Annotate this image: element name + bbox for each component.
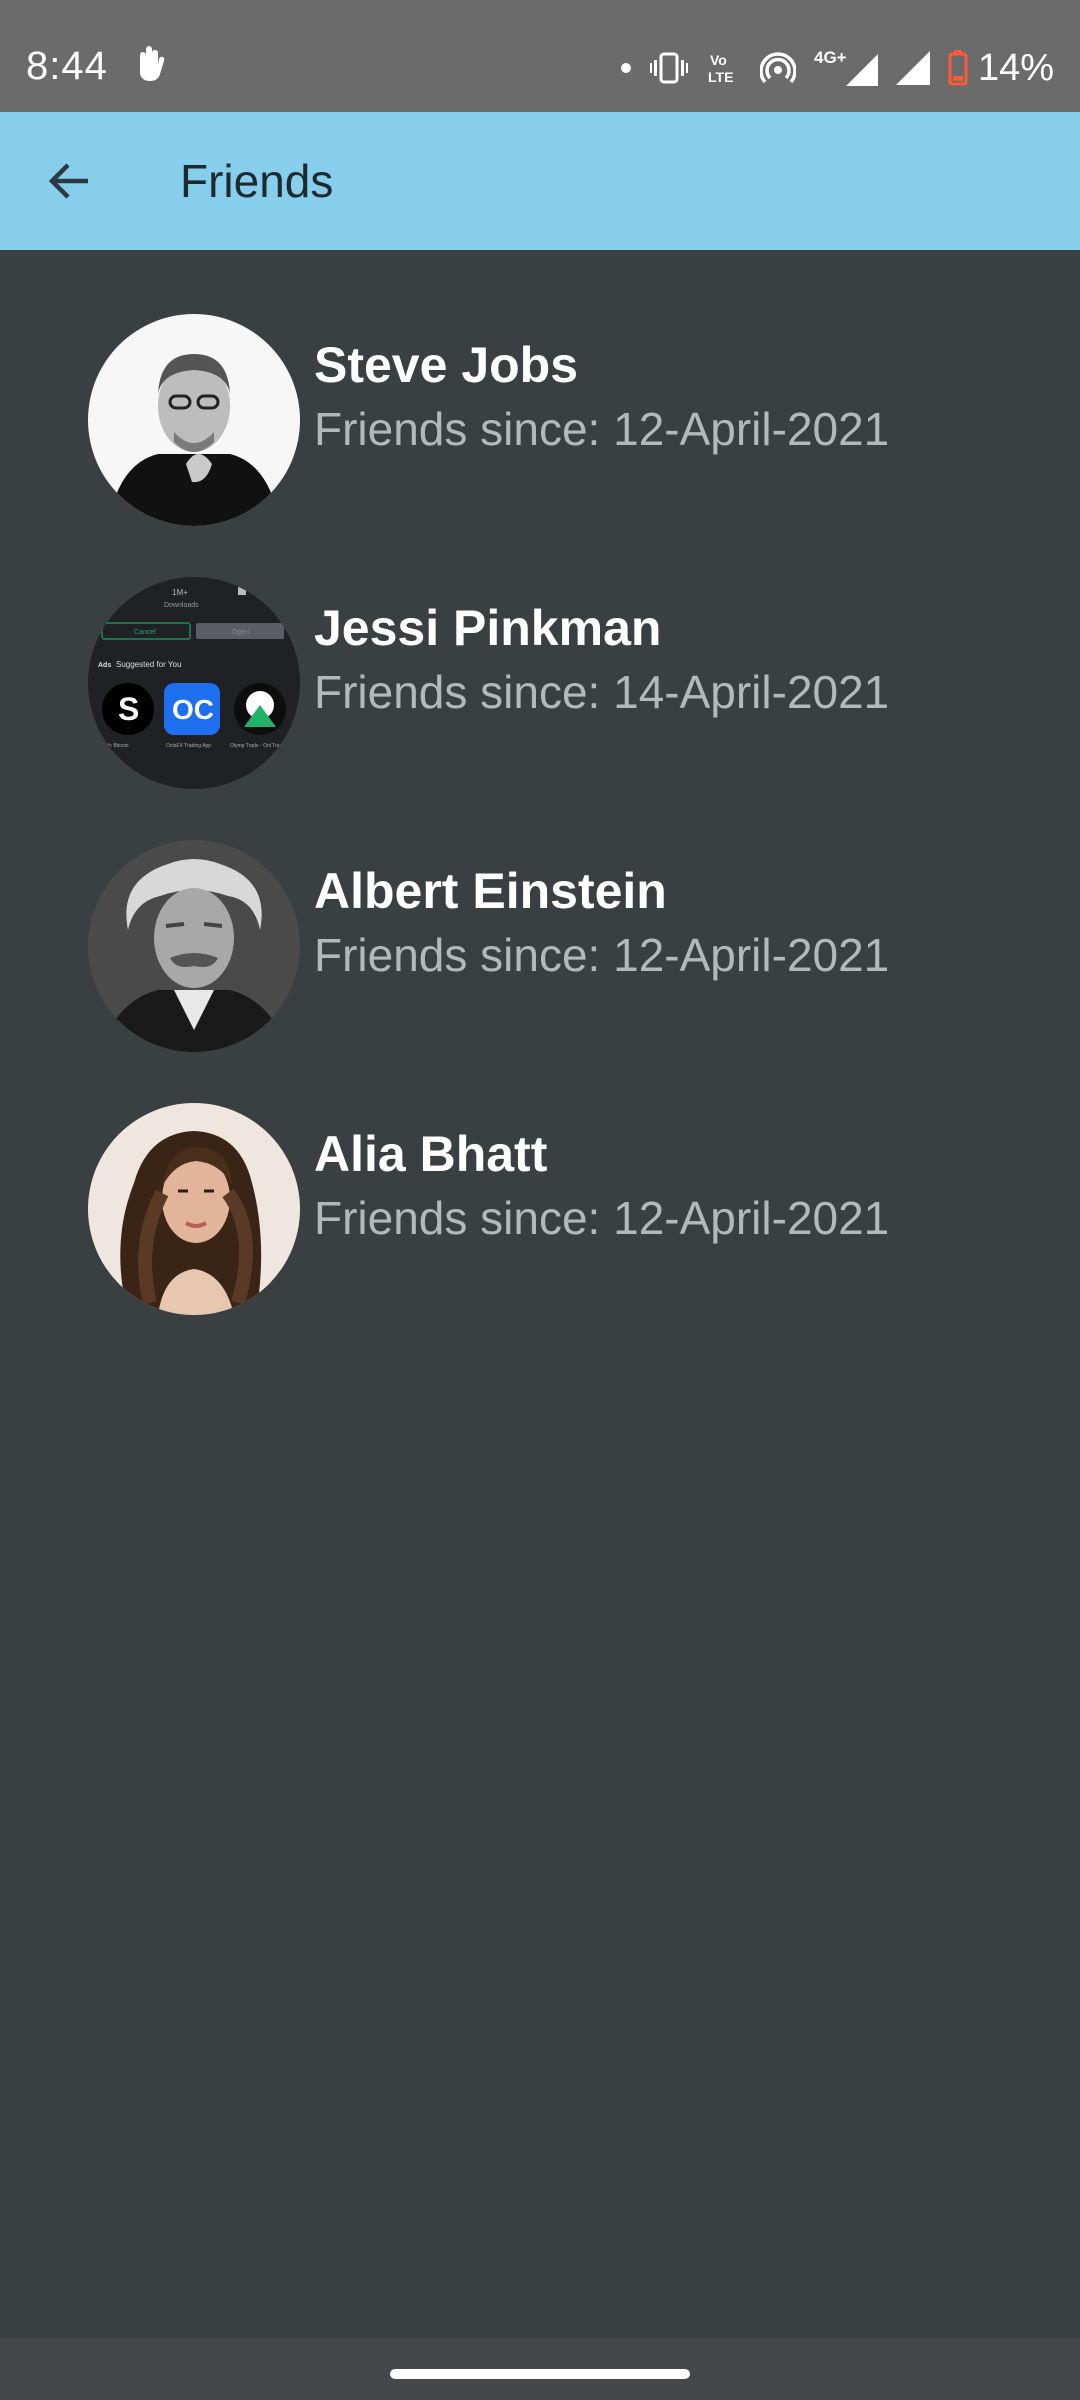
status-icons: Vo LTE 4G+ 14% [620, 40, 1054, 96]
status-time: 8:44 [26, 44, 108, 88]
thumb-app1-glyph: S [118, 691, 139, 727]
friend-since-date: Friends since: 12-April-2021 [314, 403, 890, 455]
signal-icon [895, 51, 930, 85]
battery-percent: 14% [977, 47, 1054, 89]
notification-dot-icon [620, 63, 631, 73]
thumb-app1-name: Switch: Bitcoin [96, 743, 129, 749]
friend-list-item[interactable]: 1M+ Downloads Cancel Open Ads Suggested … [0, 513, 1080, 789]
thumb-open: Open [232, 629, 249, 636]
app-bar: Friends [0, 112, 1080, 250]
vibrate-icon [649, 52, 688, 84]
network-type-text: 4G+ [814, 48, 847, 67]
friend-name: Steve Jobs [314, 337, 579, 393]
avatar [88, 314, 300, 526]
thumb-cancel: Cancel [134, 629, 156, 636]
touch-gesture-icon [132, 44, 168, 84]
signal-icon: 4G+ [814, 48, 878, 86]
friend-name: Jessi Pinkman [314, 600, 662, 656]
volte-bottom-text: LTE [708, 69, 733, 85]
thumb-app3-name: Olymp Trade - Onl Trading App [230, 743, 299, 749]
back-button[interactable] [26, 138, 112, 224]
friend-since-date: Friends since: 12-April-2021 [314, 929, 890, 981]
thumb-downloads-count: 1M+ [172, 588, 188, 597]
thumb-suggested: Suggested for You [116, 660, 181, 669]
avatar: 1M+ Downloads Cancel Open Ads Suggested … [88, 577, 300, 789]
status-bar: 8:44 Vo LTE 4G+ 14% [0, 0, 1080, 112]
avatar [88, 840, 300, 1052]
navigation-bar [0, 2338, 1080, 2400]
battery-icon [948, 50, 968, 86]
friend-list-item[interactable]: Albert Einstein Friends since: 12-April-… [0, 776, 1080, 1052]
thumb-ads: Ads [98, 662, 111, 669]
arrow-left-icon [48, 163, 88, 199]
volte-icon: Vo LTE [708, 52, 733, 85]
thumb-app2-glyph: OC [172, 694, 214, 725]
avatar [88, 1103, 300, 1315]
page-title: Friends [180, 155, 334, 207]
thumb-app2-name: OctaFX Trading App [166, 743, 211, 749]
volte-top-text: Vo [710, 52, 727, 68]
hotspot-icon [759, 52, 796, 84]
friend-name: Alia Bhatt [314, 1126, 548, 1182]
thumb-downloads-label: Downloads [164, 602, 199, 609]
friend-since-date: Friends since: 14-April-2021 [314, 666, 890, 718]
friend-since-date: Friends since: 12-April-2021 [314, 1192, 890, 1244]
home-gesture-handle[interactable] [390, 2369, 690, 2379]
friend-list-item[interactable]: Alia Bhatt Friends since: 12-April-2021 [0, 1039, 1080, 1315]
friend-name: Albert Einstein [314, 863, 667, 919]
friend-list-item[interactable]: Steve Jobs Friends since: 12-April-2021 [0, 250, 1080, 526]
